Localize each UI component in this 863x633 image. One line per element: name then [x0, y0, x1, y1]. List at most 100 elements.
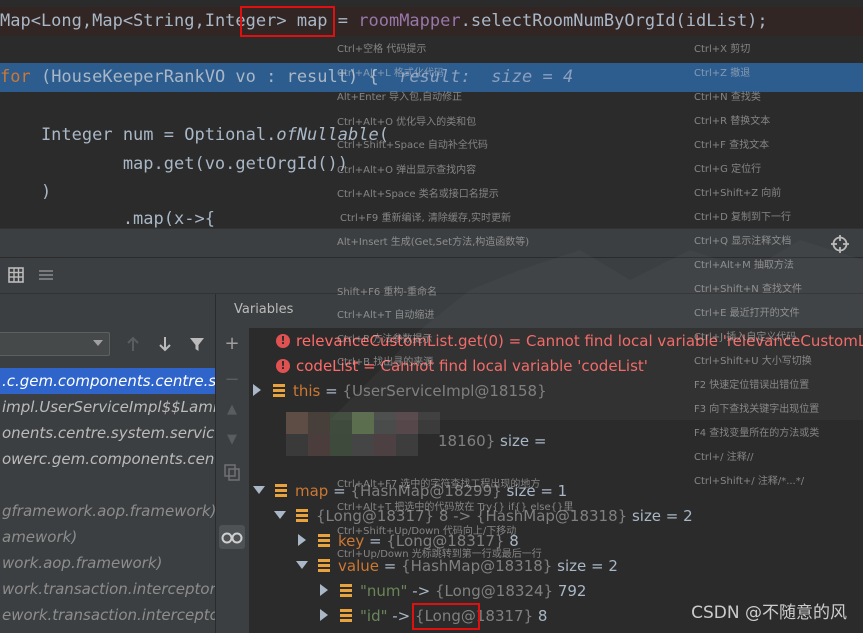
code-text: map.get(vo.getOrgId()) — [0, 154, 348, 174]
watch-name: codeList — [296, 357, 359, 375]
variables-side-toolbar: + − ▲ ▼ — [216, 328, 249, 633]
collapse-arrow-icon[interactable] — [296, 561, 308, 569]
add-watch-icon[interactable]: + — [222, 334, 242, 354]
glasses-icon[interactable] — [219, 525, 245, 549]
field-icon — [296, 509, 308, 522]
variable-value: {Long@18317} — [415, 607, 534, 625]
frame-item[interactable]: gframework.aop.framework) — [0, 498, 215, 524]
code-field-roommapper: roomMapper — [358, 11, 461, 31]
frame-item[interactable]: impl.UserServiceImpl$$Lamb — [0, 394, 215, 420]
expand-arrow-icon[interactable] — [298, 534, 306, 546]
field-icon — [273, 384, 285, 397]
code-text: .selectRoomNumByOrgId(idList); — [460, 11, 768, 31]
frame-item[interactable]: work.transaction.interceptor) — [0, 576, 215, 602]
map-key: "num" — [360, 582, 408, 600]
error-icon — [276, 353, 290, 378]
code-editor[interactable]: Map<Long,Map<String,Integer> map = roomM… — [0, 0, 863, 228]
code-line-optional: Integer num = Optional.ofNullable( — [0, 121, 863, 150]
field-icon — [275, 484, 287, 497]
frame-list: .c.gem.components.centre.sys impl.UserSe… — [0, 368, 215, 628]
variables-title: Variables — [234, 302, 294, 317]
expand-arrow-icon[interactable] — [320, 584, 328, 596]
remove-watch-icon[interactable]: − — [222, 370, 242, 390]
watch-name: relevanceCustomList.get(0) — [296, 332, 504, 350]
variable-size: size = — [495, 432, 547, 450]
chevron-down-icon — [93, 340, 103, 346]
variable-value: {Long@18317} 8 -> {HashMap@18318} — [316, 507, 628, 525]
code-text: (HouseKeeperRankVO vo : result) { — [30, 67, 379, 87]
frames-panel: .c.gem.components.centre.sys impl.UserSe… — [0, 294, 216, 633]
variable-number: 8 — [533, 607, 548, 625]
variable-row-this[interactable]: this = {UserServiceImpl@18158} — [253, 379, 547, 404]
code-text: .map(x->{ — [0, 209, 215, 228]
variable-value: {Long@18324} — [434, 582, 554, 600]
expand-arrow-icon[interactable] — [253, 384, 261, 396]
variable-row-blurred[interactable]: 18160} size = — [438, 429, 546, 454]
inline-debug-hint: result: size = 4 — [378, 67, 574, 87]
map-arrow: -> — [387, 607, 416, 625]
variables-header: Variables — [216, 294, 863, 328]
variable-number: 8 — [504, 532, 519, 550]
variable-row-num[interactable]: "num" -> {Long@18324} 792 — [320, 579, 586, 604]
variable-row-map[interactable]: map = {HashMap@18299} size = 1 — [253, 479, 567, 504]
thread-selector[interactable] — [0, 332, 110, 356]
expand-arrow-icon[interactable] — [320, 609, 328, 621]
move-up-icon[interactable]: ▲ — [222, 400, 242, 420]
watch-error-message: = Cannot find local variable 'relevanceC… — [503, 332, 863, 350]
collapse-arrow-icon[interactable] — [274, 511, 286, 519]
frame-item[interactable]: owerc.gem.components.centr — [0, 446, 215, 472]
variable-value: {Long@18317} — [386, 532, 505, 550]
equals-sign: = — [320, 382, 343, 400]
variable-error-row[interactable]: relevanceCustomList.get(0) = Cannot find… — [276, 328, 863, 354]
code-line-map-declaration: Map<Long,Map<String,Integer> map = roomM… — [0, 7, 863, 36]
frame-item[interactable]: work.aop.framework) — [0, 550, 215, 576]
code-text: > map = — [276, 11, 359, 31]
variable-size: size = 2 — [552, 557, 618, 575]
crosshair-icon[interactable] — [831, 235, 849, 253]
map-arrow: -> — [407, 582, 435, 600]
code-line-for-loop-current: for (HouseKeeperRankVO vo : result) { re… — [0, 63, 863, 92]
table-icon[interactable] — [8, 267, 24, 283]
watermark: CSDN @不随意的风 — [691, 603, 847, 623]
variable-row-id[interactable]: "id" -> {Long@18317} 8 — [320, 604, 547, 629]
code-line-close-paren: ) — [0, 178, 863, 207]
equals-sign: = — [364, 532, 387, 550]
variable-row-key[interactable]: key = {Long@18317} 8 — [298, 529, 519, 554]
frame-item[interactable] — [0, 472, 215, 498]
collapse-arrow-icon[interactable] — [253, 486, 265, 494]
variable-error-row[interactable]: codeList = Cannot find local variable 'c… — [276, 353, 648, 379]
variable-name: value — [338, 557, 379, 575]
equals-sign: = — [378, 557, 402, 575]
error-icon — [276, 328, 290, 353]
code-text: Map<Long,Map<String, — [0, 11, 205, 31]
copy-icon[interactable] — [222, 462, 242, 482]
step-down-icon[interactable] — [156, 335, 174, 353]
code-line-map-get: map.get(vo.getOrgId()) — [0, 150, 863, 179]
variable-size: size = 2 — [627, 507, 693, 525]
variable-value: {HashMap@18299} — [350, 482, 502, 500]
frame-item[interactable]: ework.transaction.interceptor — [0, 602, 215, 628]
move-down-icon[interactable]: ▼ — [222, 430, 242, 450]
equals-sign: = — [328, 482, 351, 500]
variable-name: key — [338, 532, 365, 550]
variables-panel: Variables + − ▲ ▼ relevanceCustomList.ge… — [216, 294, 863, 633]
code-method-ofnullable: ofNullable — [276, 125, 379, 145]
code-text: ( — [378, 125, 389, 145]
variable-row-value[interactable]: value = {HashMap@18318} size = 2 — [296, 554, 618, 579]
step-up-icon[interactable] — [124, 335, 142, 353]
variable-size: size = 1 — [501, 482, 568, 500]
filter-icon[interactable] — [188, 335, 206, 353]
variable-value: 18160} — [438, 432, 496, 450]
debug-toolbar — [0, 258, 863, 294]
variable-number: 792 — [553, 582, 587, 600]
layout-icon[interactable] — [38, 268, 54, 282]
frame-item[interactable]: amework) — [0, 524, 215, 550]
code-text: Integer num = Optional. — [0, 125, 277, 145]
variable-name: map — [295, 482, 329, 500]
map-key: "id" — [360, 607, 388, 625]
editor-bottom-bar — [0, 228, 863, 258]
frame-item[interactable]: onents.centre.system.service.i — [0, 420, 215, 446]
frame-item[interactable]: .c.gem.components.centre.sys — [0, 368, 215, 394]
variable-row-entry[interactable]: {Long@18317} 8 -> {HashMap@18318} size =… — [274, 504, 693, 529]
field-icon — [318, 559, 330, 572]
